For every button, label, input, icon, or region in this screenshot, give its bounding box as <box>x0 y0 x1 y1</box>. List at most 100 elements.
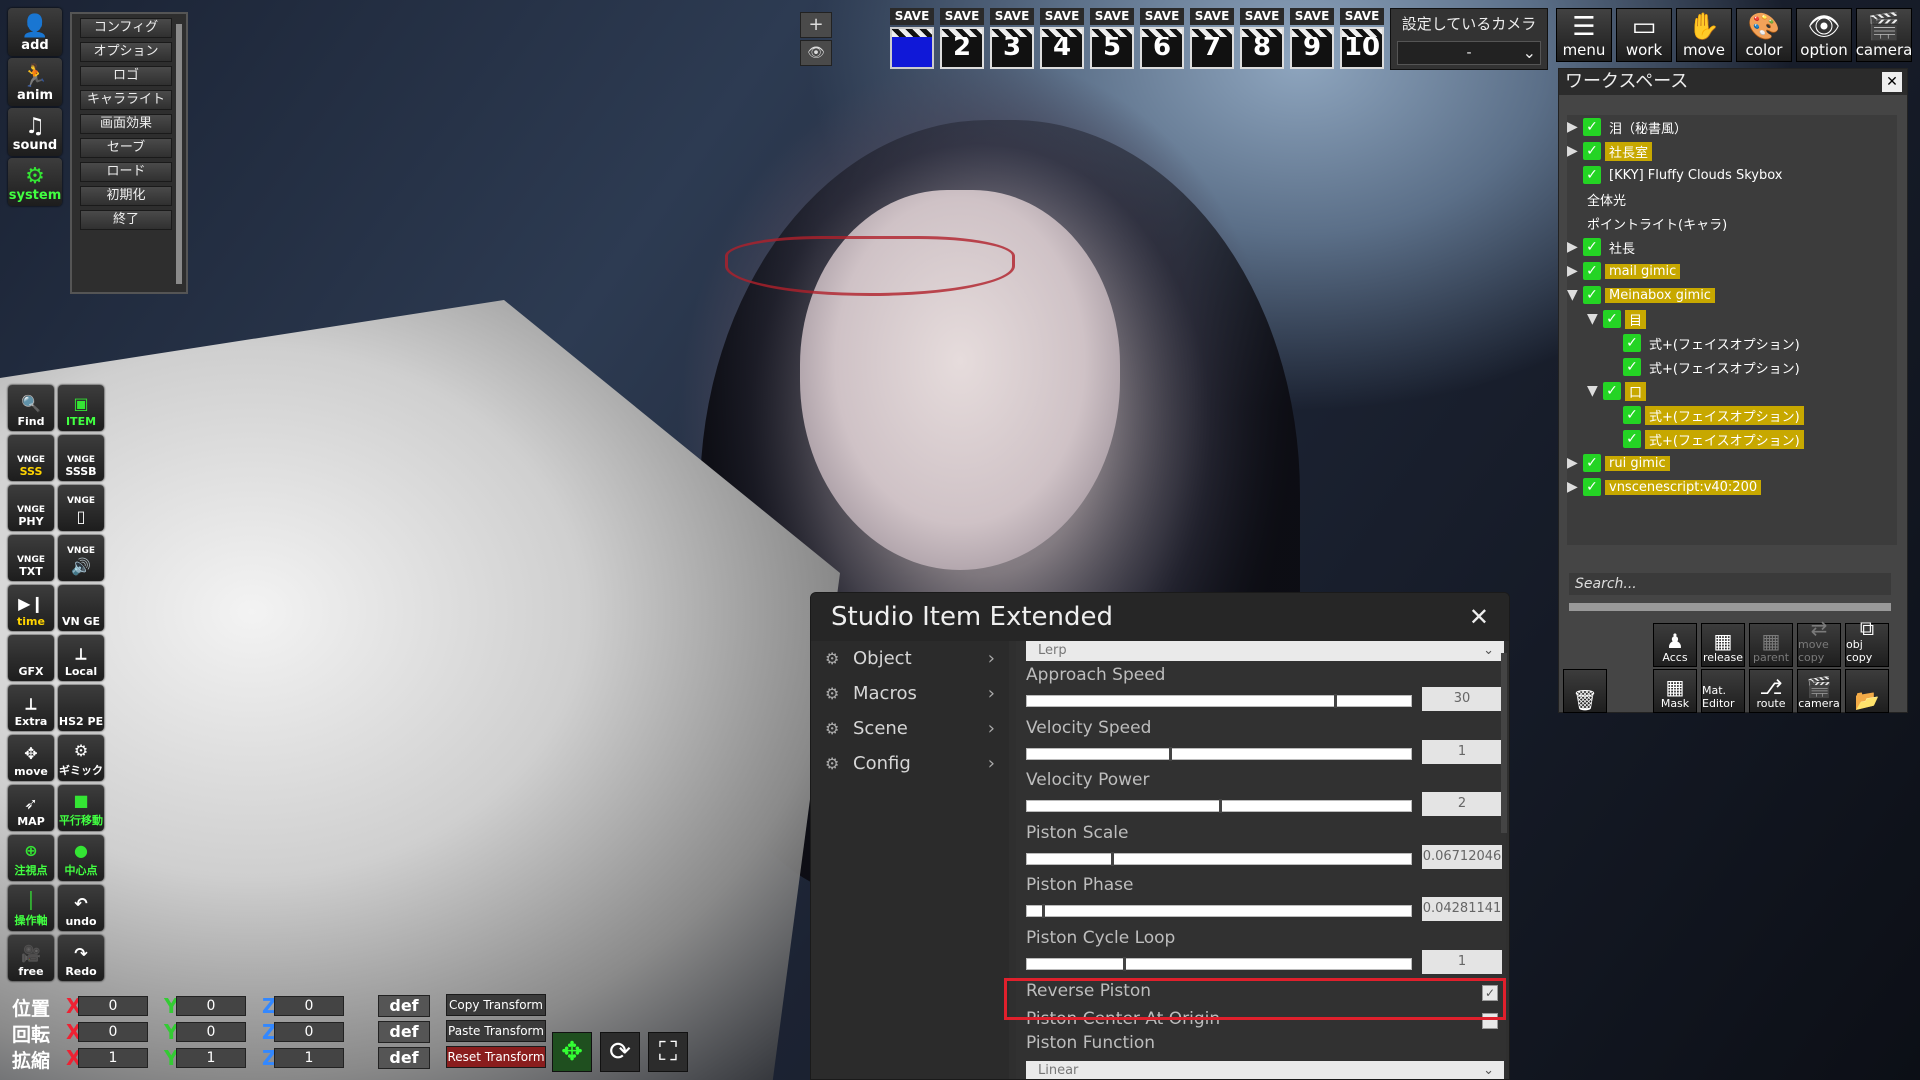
slider-handle[interactable] <box>1334 694 1338 708</box>
system-menu-item[interactable]: セーブ <box>80 138 172 158</box>
save-slot-5-button[interactable]: SAVE 5 <box>1090 8 1134 70</box>
system-menu-item[interactable]: ロゴ <box>80 66 172 86</box>
tree-node[interactable]: ▼ ✓ Meinabox gimic <box>1567 285 1715 305</box>
tool-7-button[interactable]: VNGE 🔊 <box>58 535 104 581</box>
slider-handle[interactable] <box>1169 746 1173 761</box>
visibility-checkbox[interactable]: ✓ <box>1603 382 1621 400</box>
system-menu-item[interactable]: キャラライト <box>80 90 172 110</box>
tree-node-label[interactable]: 目 <box>1625 309 1647 329</box>
tool-anim-button[interactable]: 🏃 anim <box>8 58 62 106</box>
tool-10-button[interactable]: GFX <box>8 635 54 681</box>
move-gizmo-icon[interactable]: ✥ <box>552 1032 592 1072</box>
tree-node[interactable]: ✓ 式+(フェイスオプション) <box>1607 333 1804 353</box>
visibility-checkbox[interactable]: ✓ <box>1623 334 1641 352</box>
tree-node-label[interactable]: 全体光 <box>1583 190 1630 209</box>
tool-19-button[interactable]: ● 中心点 <box>58 835 104 881</box>
mateditor-button[interactable]: Mat. Editor <box>1701 669 1745 713</box>
parent-button[interactable]: ▦ parent <box>1749 623 1793 667</box>
visibility-checkbox[interactable]: ✓ <box>1583 238 1601 256</box>
tool-6-button[interactable]: VNGE TXT <box>8 535 54 581</box>
tool-8-button[interactable]: ▶❙ time <box>8 585 54 631</box>
slider-value-input[interactable]: 1 <box>1422 739 1502 764</box>
transform-x-input[interactable]: 0 <box>78 996 148 1016</box>
expand-down-icon[interactable]: ▼ <box>1567 287 1583 303</box>
tool-16-button[interactable]: ➶ MAP <box>8 785 54 831</box>
tree-node[interactable]: ▼ ✓ 口 <box>1587 381 1647 401</box>
tree-node[interactable]: ポイントライト(キャラ) <box>1567 213 1731 233</box>
slider-handle[interactable] <box>1219 799 1222 813</box>
system-menu-item[interactable]: コンフィグ <box>80 18 172 38</box>
visibility-checkbox[interactable]: ✓ <box>1583 262 1601 280</box>
tree-node[interactable]: ▼ ✓ 目 <box>1587 309 1647 329</box>
expand-right-icon[interactable]: ▶ <box>1567 455 1583 471</box>
save-slot-2-button[interactable]: SAVE 2 <box>940 8 984 70</box>
tree-node-label[interactable]: 式+(フェイスオプション) <box>1645 405 1804 425</box>
workspace-search-input[interactable]: Search... <box>1569 573 1891 595</box>
tree-node[interactable]: ▶ ✓ mail gimic <box>1567 261 1681 281</box>
lerp-dropdown[interactable]: Lerp ⌄ <box>1026 641 1504 661</box>
tree-node[interactable]: ▶ ✓ vnscenescript:v40:200 <box>1567 477 1762 497</box>
visibility-checkbox[interactable]: ✓ <box>1603 310 1621 328</box>
tool-5-button[interactable]: VNGE ▯ <box>58 485 104 531</box>
reset-transform-button[interactable]: Reset Transform <box>446 1046 546 1068</box>
tool-15-button[interactable]: ⚙ ギミック <box>58 735 104 781</box>
save-slot-1-button[interactable]: SAVE <box>890 8 934 70</box>
sie-nav-object[interactable]: ⚙ Object › <box>811 641 1009 676</box>
visibility-checkbox[interactable]: ✓ <box>1583 454 1601 472</box>
slider-track[interactable] <box>1026 956 1412 971</box>
tree-node-label[interactable]: rui gimic <box>1605 455 1670 471</box>
save-slot-3-button[interactable]: SAVE 3 <box>990 8 1034 70</box>
tree-node[interactable]: ▶ ✓ 社長 <box>1567 237 1639 257</box>
expand-right-icon[interactable]: ▶ <box>1567 263 1583 279</box>
slider-value-input[interactable]: 30 <box>1422 687 1502 711</box>
tool-sound-button[interactable]: ♫ sound <box>8 108 62 156</box>
close-icon[interactable]: ✕ <box>1469 593 1489 641</box>
sie-nav-macros[interactable]: ⚙ Macros › <box>811 676 1009 711</box>
tree-node-label[interactable]: 式+(フェイスオプション) <box>1645 334 1804 353</box>
slider-value-input[interactable]: 2 <box>1422 792 1502 816</box>
move-tool-button[interactable]: ✋ move <box>1676 8 1732 62</box>
obj copy-button[interactable]: ⧉ obj copy <box>1845 618 1889 667</box>
expand-right-icon[interactable]: ▶ <box>1567 239 1583 255</box>
expand-right-icon[interactable]: ▶ <box>1567 143 1583 159</box>
slider-track[interactable] <box>1026 851 1412 866</box>
tree-node-label[interactable]: vnscenescript:v40:200 <box>1605 479 1762 495</box>
tree-node[interactable]: 全体光 <box>1567 189 1630 209</box>
default-button[interactable]: def <box>378 995 430 1017</box>
tree-node-label[interactable]: 社長室 <box>1605 141 1653 161</box>
close-icon[interactable]: ✕ <box>1882 72 1902 92</box>
move copy-button[interactable]: ⇄ move copy <box>1797 618 1841 667</box>
camera-selector-value[interactable]: - ⌄ <box>1397 41 1541 65</box>
transform-x-input[interactable]: 0 <box>78 1022 148 1042</box>
tree-node[interactable]: ▶ ✓ 社長室 <box>1567 141 1653 161</box>
rotate-gizmo-icon[interactable]: ⟳ <box>600 1032 640 1072</box>
menu-tool-button[interactable]: ☰ menu <box>1556 8 1612 62</box>
visibility-checkbox[interactable]: ✓ <box>1583 118 1601 136</box>
tool-14-button[interactable]: ✥ move <box>8 735 54 781</box>
eye-toggle-icon[interactable]: 👁 <box>800 40 832 66</box>
tool-18-button[interactable]: ⊕ 注視点 <box>8 835 54 881</box>
slider-track[interactable] <box>1026 799 1412 813</box>
tool-21-button[interactable]: ↶ undo <box>58 885 104 931</box>
tree-node-label[interactable]: mail gimic <box>1605 263 1681 279</box>
system-menu-item[interactable]: 終了 <box>80 210 172 230</box>
slider-value-input[interactable]: 1 <box>1422 949 1502 974</box>
system-menu-item[interactable]: オプション <box>80 42 172 62</box>
tree-node-label[interactable]: 泪（秘書風） <box>1605 118 1691 137</box>
transform-x-input[interactable]: 1 <box>78 1048 148 1068</box>
slider-value-input[interactable]: 0.04281141 <box>1422 897 1502 921</box>
expand-right-icon[interactable]: ▶ <box>1567 119 1583 135</box>
save-slot-4-button[interactable]: SAVE 4 <box>1040 8 1084 70</box>
slider-handle[interactable] <box>1123 956 1126 971</box>
transform-y-input[interactable]: 0 <box>176 1022 246 1042</box>
camera-tool-button[interactable]: 🎬 camera <box>1856 8 1912 62</box>
color-tool-button[interactable]: 🎨 color <box>1736 8 1792 62</box>
slider-track[interactable] <box>1026 904 1412 918</box>
slider-handle[interactable] <box>1042 904 1046 918</box>
tool-12-button[interactable]: ⟂ Extra <box>8 685 54 731</box>
mask-button[interactable]: ▦ Mask <box>1653 669 1697 713</box>
tree-node[interactable]: ▶ ✓ 泪（秘書風） <box>1567 117 1691 137</box>
tree-node-label[interactable]: [KKY] Fluffy Clouds Skybox <box>1605 168 1786 183</box>
tool-add-button[interactable]: 👤 add <box>8 8 62 56</box>
transform-y-input[interactable]: 0 <box>176 996 246 1016</box>
